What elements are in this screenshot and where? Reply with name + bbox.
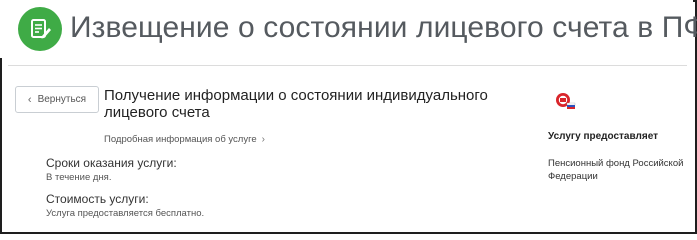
provider-label: Услугу предоставляет: [548, 131, 659, 142]
cost-value: Услуга предоставляется бесплатно.: [46, 208, 205, 219]
service-details-label: Подробная информация об услуге: [104, 134, 257, 145]
back-button[interactable]: ‹ Вернуться: [15, 86, 99, 113]
cost-label: Стоимость услуги:: [46, 192, 149, 206]
service-details-link[interactable]: Подробная информация об услуге ›: [104, 134, 265, 145]
document-edit-icon: [18, 7, 62, 51]
chevron-left-icon: ‹: [27, 93, 32, 106]
back-button-label: Вернуться: [37, 94, 87, 105]
service-title: Получение информации о состоянии индивид…: [104, 87, 488, 121]
chevron-right-icon: ›: [261, 134, 265, 145]
header-divider: [8, 65, 687, 66]
duration-label: Сроки оказания услуги:: [46, 156, 177, 170]
pfr-logo: [554, 92, 576, 110]
duration-value: В течение дня.: [46, 172, 112, 183]
provider-name: Пенсионный фонд Российской Федерации: [548, 158, 684, 182]
page-header: Извещение о состоянии лицевого счета в П…: [0, 0, 697, 58]
page-title: Извещение о состоянии лицевого счета в П…: [70, 11, 697, 44]
